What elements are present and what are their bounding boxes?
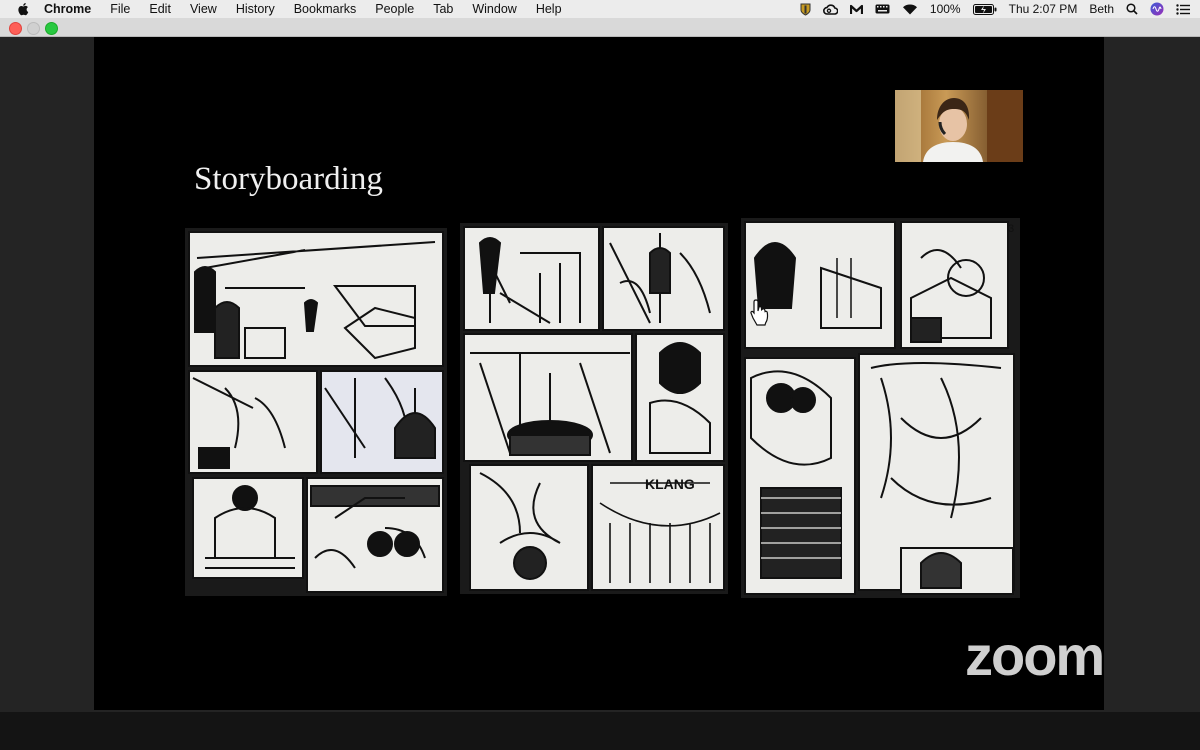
keyboard-icon[interactable]	[875, 4, 890, 14]
user-name[interactable]: Beth	[1089, 2, 1114, 16]
siri-icon[interactable]	[1150, 2, 1164, 16]
macos-menu-bar: Chrome File Edit View History Bookmarks …	[0, 0, 1200, 18]
menu-bookmarks[interactable]: Bookmarks	[294, 2, 357, 16]
menu-clock[interactable]: Thu 2:07 PM	[1009, 2, 1078, 16]
sfx-text: KLANG	[645, 476, 695, 492]
app-menu-chrome[interactable]: Chrome	[44, 2, 91, 16]
control-list-icon[interactable]	[1176, 3, 1190, 15]
menu-people[interactable]: People	[375, 2, 414, 16]
zoom-logo: zoom	[965, 624, 1105, 687]
creative-cloud-icon[interactable]	[822, 3, 838, 15]
bottom-black-bar	[0, 712, 1200, 750]
apple-logo-icon[interactable]	[16, 2, 30, 16]
window-close-button[interactable]	[9, 22, 22, 35]
menu-help[interactable]: Help	[536, 2, 562, 16]
slide-title: Storyboarding	[194, 161, 383, 197]
storyboard-page-3: 3	[741, 218, 1020, 598]
participant-video-thumbnail[interactable]	[895, 90, 1023, 162]
page-number: 3	[1008, 223, 1014, 235]
battery-icon[interactable]	[972, 3, 997, 15]
zoom-share-area: Storyboarding KLANG 3 zoom	[0, 37, 1200, 712]
window-maximize-button[interactable]	[45, 22, 58, 35]
menu-file[interactable]: File	[110, 2, 130, 16]
hand-cursor-icon	[750, 298, 772, 326]
window-titlebar	[0, 18, 1200, 37]
menu-window[interactable]: Window	[472, 2, 516, 16]
menu-tab[interactable]: Tab	[433, 2, 453, 16]
battery-percentage: 100%	[929, 2, 961, 16]
menu-view[interactable]: View	[190, 2, 217, 16]
menu-edit[interactable]: Edit	[149, 2, 171, 16]
presentation-slide: Storyboarding KLANG 3	[94, 37, 1104, 710]
wifi-icon[interactable]	[902, 3, 918, 15]
window-minimize-button[interactable]	[27, 22, 40, 35]
storyboard-page-1	[185, 228, 447, 596]
storyboard-page-2: KLANG	[460, 223, 728, 594]
malwarebytes-icon[interactable]	[849, 4, 863, 15]
menu-history[interactable]: History	[236, 2, 275, 16]
search-icon[interactable]	[1126, 3, 1138, 15]
shield-extension-icon[interactable]	[800, 3, 811, 16]
status-area: 100% Thu 2:07 PM Beth	[800, 0, 1190, 18]
